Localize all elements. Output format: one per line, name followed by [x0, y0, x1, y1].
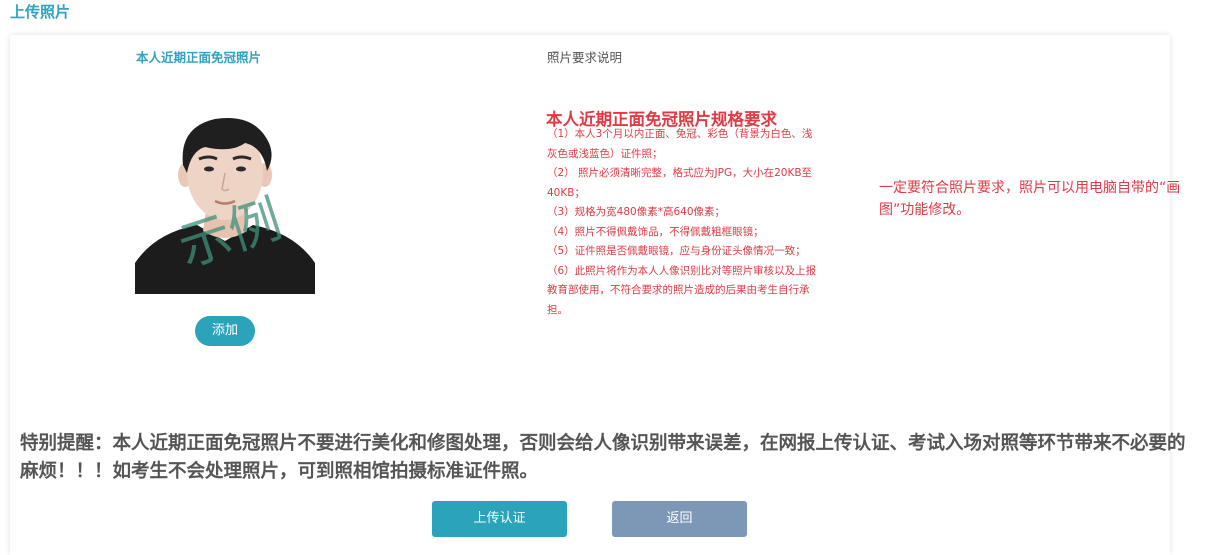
photo-column-header: 本人近期正面免冠照片: [136, 50, 262, 65]
special-reminder: 特别提醒：本人近期正面免冠照片不要进行美化和修图处理，否则会给人像识别带来误差，…: [20, 433, 1186, 482]
add-photo-button[interactable]: 添加: [195, 316, 255, 346]
spec-item: （5）证件照是否佩戴眼镜，应与身份证头像情况一致；: [547, 245, 806, 257]
upload-verify-button[interactable]: 上传认证: [432, 501, 567, 537]
spec-item: （2） 照片必须清晰完整，格式应为JPG，大小在20KB至40KB；: [547, 167, 813, 199]
back-button[interactable]: 返回: [612, 501, 747, 537]
spec-item: （6）此照片将作为本人人像识别比对等照片审核以及上报教育部使用，不符合要求的照片…: [547, 264, 817, 316]
spec-item: （4）照片不得佩戴饰品，不得佩戴粗框眼镜；: [547, 225, 764, 238]
sample-portrait-image: 示例: [135, 113, 315, 294]
spec-item: （1）本人3个月以内正面、免冠、彩色（背景为白色、浅灰色或浅蓝色）证件照；: [547, 128, 813, 160]
sample-photo: 示例: [135, 113, 315, 294]
page-title: 上传照片: [10, 3, 71, 21]
spec-item: （3）规格为宽480像素*高640像素；: [547, 206, 726, 218]
spec-list: （1）本人3个月以内正面、免冠、彩色（背景为白色、浅灰色或浅蓝色）证件照； （2…: [547, 125, 817, 320]
requirements-column-header: 照片要求说明: [547, 50, 623, 65]
edit-tip-note: 一定要符合照片要求，照片可以用电脑自带的“画图”功能修改。: [879, 180, 1181, 218]
